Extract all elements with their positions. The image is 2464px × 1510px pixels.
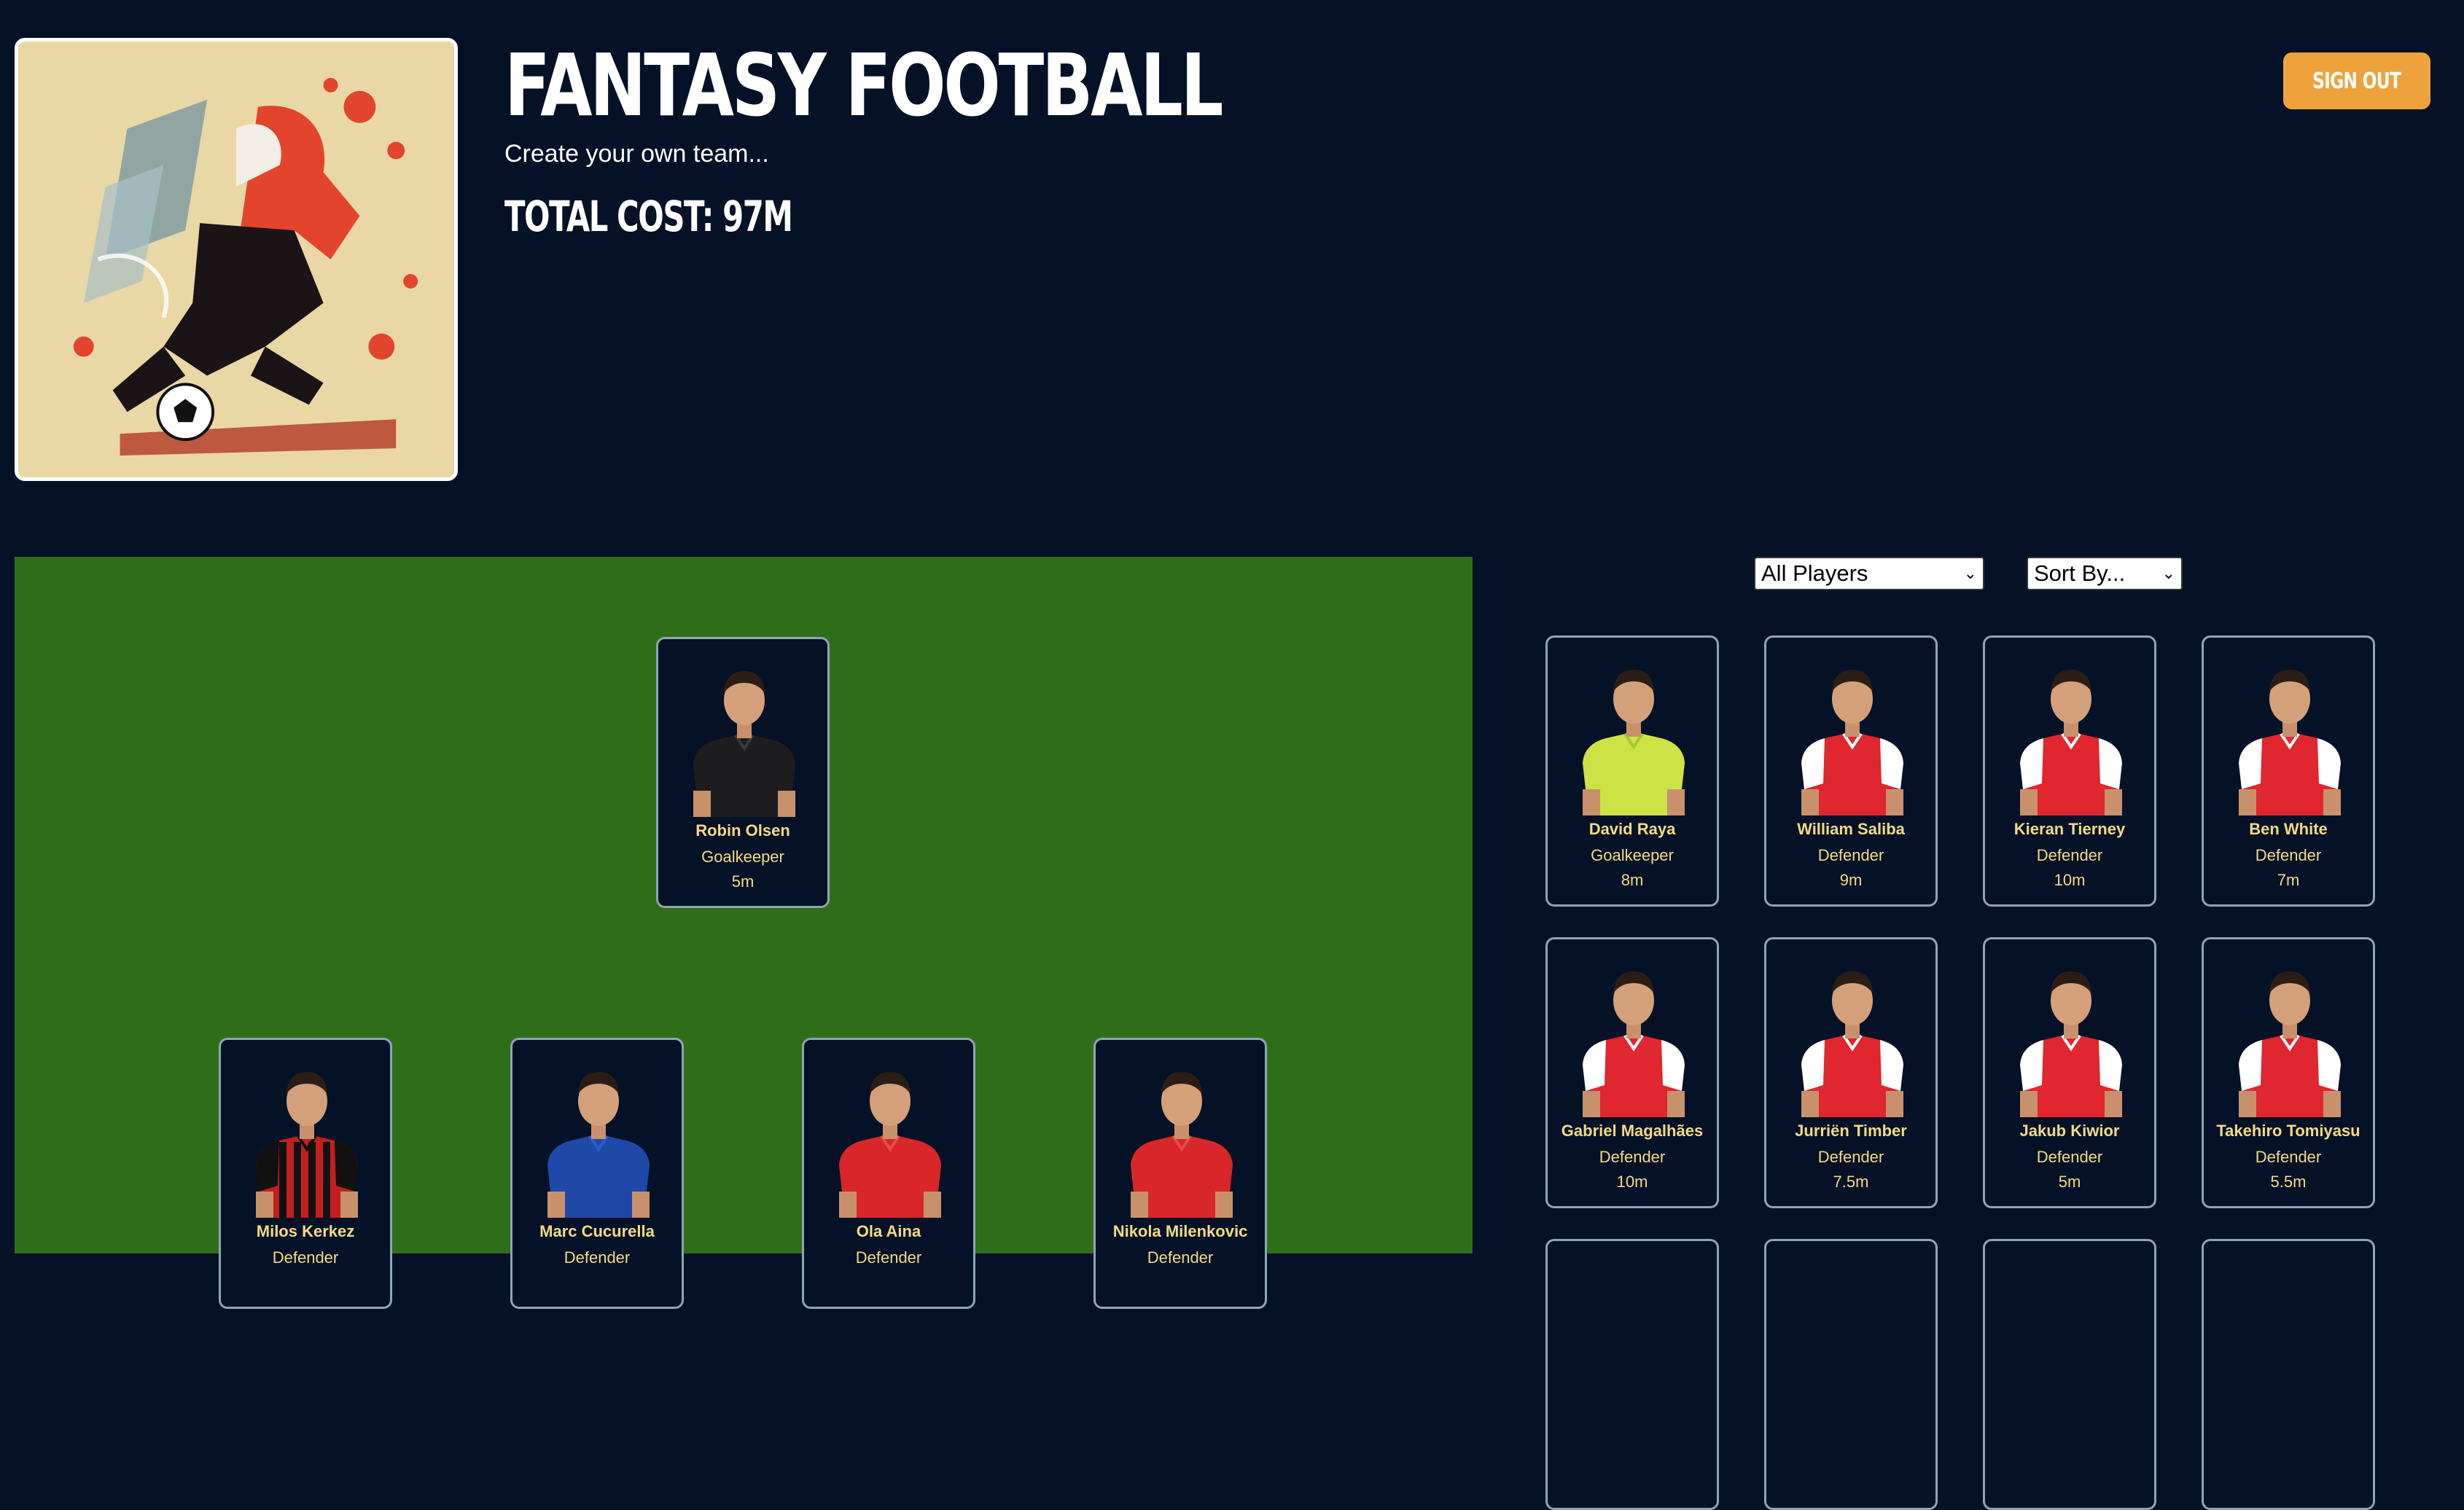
available-player-card[interactable]: Gabriel Magalhães Defender 10m: [1545, 937, 1719, 1208]
available-player-card[interactable]: [1764, 1239, 1938, 1510]
player-cost: 5.5m: [2270, 1173, 2307, 1191]
player-name: Jurriën Timber: [1795, 1122, 1907, 1140]
available-player-card[interactable]: Jurriën Timber Defender 7.5m: [1764, 937, 1938, 1208]
player-name: David Raya: [1588, 820, 1676, 838]
total-cost: TOTAL COST: 97M: [504, 192, 793, 241]
available-player-card[interactable]: Takehiro Tomiyasu Defender 5.5m: [2202, 937, 2375, 1208]
available-player-card[interactable]: David Raya Goalkeeper 8m: [1545, 635, 1719, 907]
player-position: Defender: [2255, 846, 2322, 864]
player-photo: [526, 1056, 671, 1218]
player-name: Nikola Milenkovic: [1112, 1222, 1248, 1240]
team-player-card[interactable]: Ola Aina Defender: [802, 1038, 975, 1309]
sort-value: Sort By...: [2034, 560, 2126, 586]
team-player-card[interactable]: Marc Cucurella Defender: [510, 1038, 684, 1309]
player-position: Defender: [564, 1248, 631, 1267]
player-photo: [1561, 654, 1707, 815]
player-name: Milos Kerkez: [256, 1222, 355, 1240]
player-cost: 8m: [1621, 871, 1644, 889]
available-player-card[interactable]: [1983, 1239, 2156, 1510]
player-cost: 9m: [1839, 871, 1863, 889]
sign-out-label: SIGN OUT: [2312, 68, 2401, 94]
player-name: Kieran Tierney: [2013, 820, 2126, 838]
app-logo: [15, 38, 458, 481]
player-position: Defender: [1147, 1248, 1214, 1267]
player-photo: [234, 1056, 380, 1218]
player-position: Goalkeeper: [1591, 846, 1674, 864]
player-photo: [1109, 1056, 1255, 1218]
football-player-illustration: [18, 42, 454, 477]
chevron-down-icon: ⌄: [1963, 564, 1977, 582]
player-cost: 7.5m: [1833, 1173, 1869, 1191]
player-cost: 7m: [2277, 871, 2300, 889]
team-player-card[interactable]: Nikola Milenkovic Defender: [1093, 1038, 1267, 1309]
player-photo: [1779, 955, 1925, 1117]
player-photo: [671, 655, 817, 817]
player-photo: [1779, 654, 1925, 815]
player-position: Defender: [1817, 846, 1884, 864]
player-name: Jakub Kiwior: [2019, 1122, 2120, 1140]
available-player-card[interactable]: [1545, 1239, 1719, 1510]
player-position: Defender: [2255, 1148, 2322, 1166]
player-photo: [1561, 955, 1707, 1117]
available-player-card[interactable]: Ben White Defender 7m: [2202, 635, 2375, 907]
app-subtitle: Create your own team...: [504, 140, 769, 168]
player-position: Defender: [272, 1248, 339, 1267]
player-cost: 5m: [731, 872, 755, 891]
sort-select[interactable]: Sort By... ⌄: [2027, 557, 2183, 590]
player-name: William Saliba: [1797, 820, 1905, 838]
player-position: Defender: [2036, 846, 2103, 864]
player-name: Ola Aina: [856, 1222, 921, 1240]
player-cost: 10m: [1616, 1173, 1648, 1191]
player-name: Robin Olsen: [695, 821, 790, 840]
sign-out-button[interactable]: SIGN OUT: [2283, 52, 2430, 109]
player-cost: 10m: [2054, 871, 2086, 889]
available-player-card[interactable]: William Saliba Defender 9m: [1764, 635, 1938, 907]
chevron-down-icon: ⌄: [2161, 564, 2175, 582]
player-name: Takehiro Tomiyasu: [2216, 1122, 2360, 1140]
available-player-card[interactable]: Jakub Kiwior Defender 5m: [1983, 937, 2156, 1208]
player-photo: [2217, 654, 2363, 815]
player-position: Defender: [1599, 1148, 1666, 1166]
player-name: Gabriel Magalhães: [1561, 1122, 1704, 1140]
player-photo: [1998, 654, 2144, 815]
app-title: FANTASY FOOTBALL: [504, 35, 1223, 136]
player-cost: 5m: [2058, 1173, 2081, 1191]
available-player-card[interactable]: [2202, 1239, 2375, 1510]
player-name: Ben White: [2249, 820, 2328, 838]
player-position: Defender: [2036, 1148, 2103, 1166]
player-photo: [1998, 955, 2144, 1117]
player-position: Goalkeeper: [701, 848, 784, 866]
player-photo: [2217, 955, 2363, 1117]
team-player-card[interactable]: Robin Olsen Goalkeeper 5m: [656, 637, 830, 908]
player-position: Defender: [855, 1248, 922, 1267]
player-photo: [817, 1056, 963, 1218]
player-position: Defender: [1817, 1148, 1884, 1166]
team-player-card[interactable]: Milos Kerkez Defender: [219, 1038, 392, 1309]
player-name: Marc Cucurella: [539, 1222, 655, 1240]
available-player-card[interactable]: Kieran Tierney Defender 10m: [1983, 635, 2156, 907]
player-filter-value: All Players: [1761, 560, 1868, 586]
player-filter-select[interactable]: All Players ⌄: [1754, 557, 1984, 590]
